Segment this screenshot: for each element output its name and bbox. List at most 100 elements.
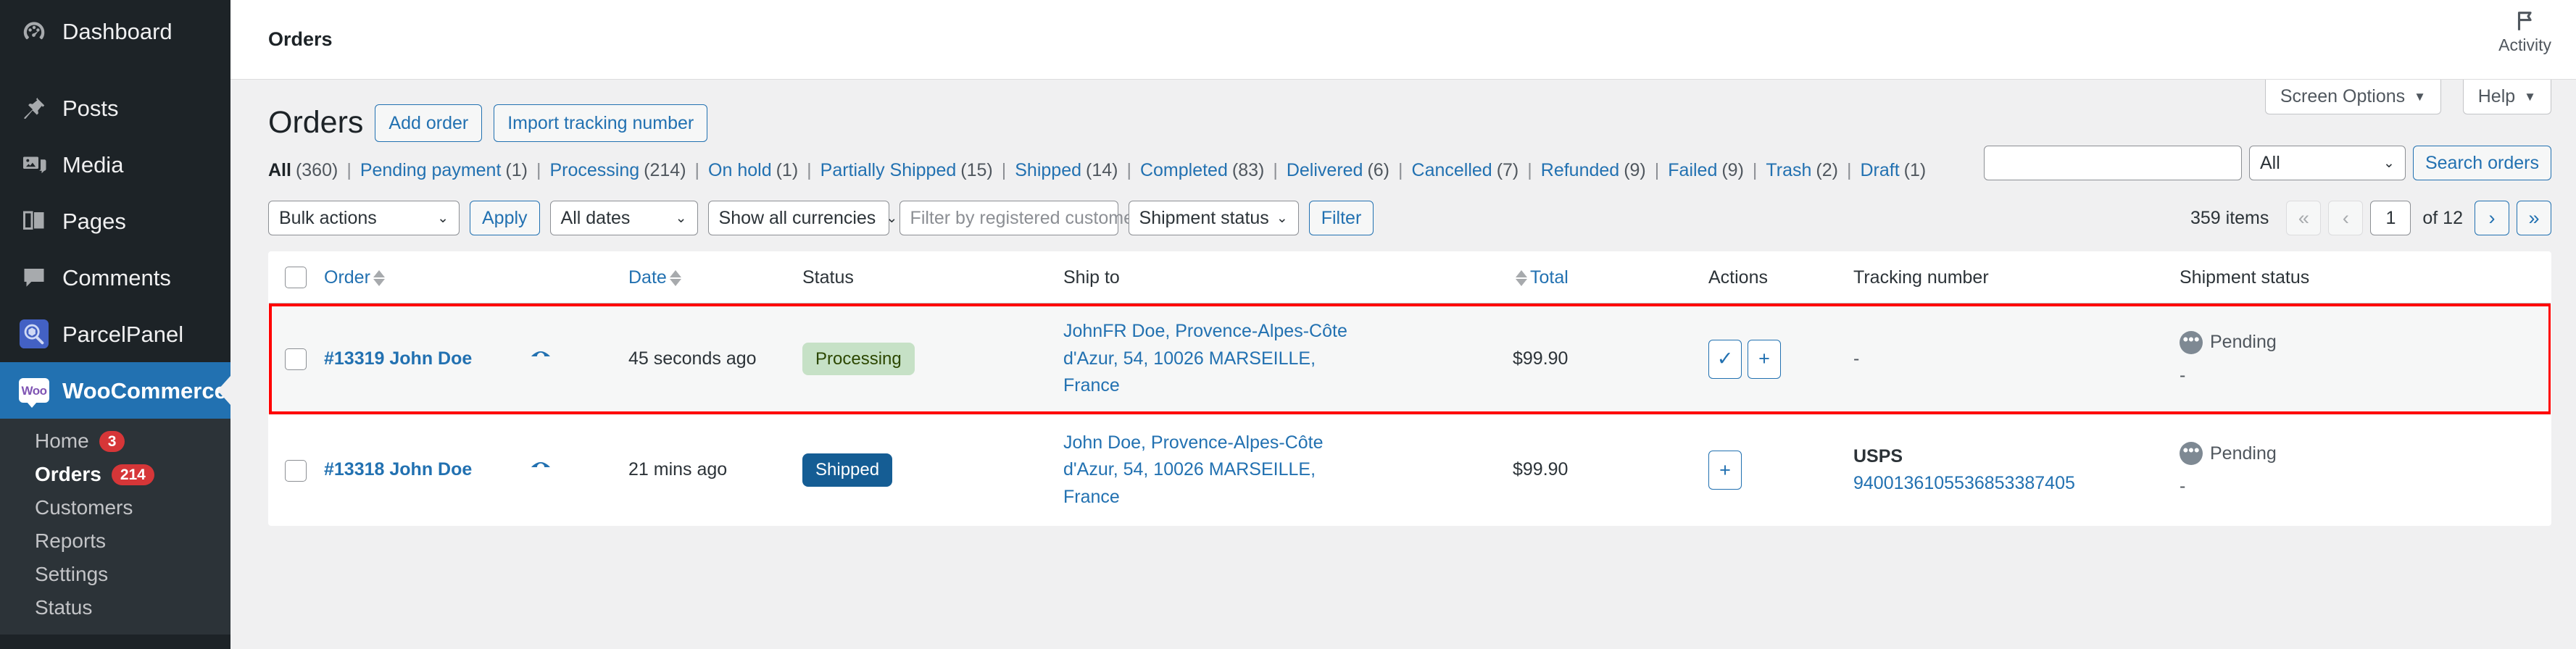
status-link-pending-payment[interactable]: Pending payment — [360, 158, 502, 183]
select-all-checkbox[interactable] — [285, 267, 307, 289]
submenu-label: Home — [35, 430, 89, 452]
help-button[interactable]: Help ▼ — [2462, 80, 2551, 114]
shipment-substatus: - — [2180, 364, 2186, 385]
sidebar-item-posts[interactable]: Posts — [0, 80, 230, 136]
status-link-count: (214) — [644, 160, 686, 180]
sidebar-item-label: WooCommerce — [62, 377, 227, 403]
search-orders-form: All ⌄ Search orders — [1983, 146, 2551, 180]
status-link-processing[interactable]: Processing — [549, 158, 639, 183]
submenu-label: Status — [35, 596, 93, 619]
table-nav-top: Bulk actions ⌄ Apply All dates ⌄ Show al… — [230, 183, 2576, 235]
sidebar-item-settings[interactable]: Settings — [0, 558, 230, 591]
pages-icon — [19, 206, 49, 236]
status-link-all[interactable]: All — [268, 158, 291, 183]
row-checkbox[interactable] — [285, 459, 307, 482]
tracking-number-link[interactable]: 9400136105536853387405 — [1853, 473, 2075, 493]
status-link-draft[interactable]: Draft — [1860, 158, 1899, 183]
submenu-label: Settings — [35, 563, 109, 585]
column-sort-order[interactable]: Order — [324, 267, 370, 288]
row-checkbox[interactable] — [285, 348, 307, 371]
complete-order-button[interactable]: ✓ — [1708, 339, 1742, 379]
sidebar-item-orders[interactable]: Orders 214 — [0, 458, 230, 491]
sidebar-item-home[interactable]: Home 3 — [0, 424, 230, 458]
screen-options-label: Screen Options — [2280, 86, 2406, 106]
date-filter-select[interactable]: All dates ⌄ — [549, 201, 698, 235]
status-link-trash[interactable]: Trash — [1766, 158, 1811, 183]
sidebar-item-parcelpanel[interactable]: ParcelPanel — [0, 306, 230, 362]
pagination-last-button[interactable]: » — [2517, 201, 2551, 235]
sidebar-item-dashboard[interactable]: Dashboard — [0, 0, 230, 62]
column-header-actions: Actions — [1700, 252, 1845, 304]
screen-options-button[interactable]: Screen Options ▼ — [2264, 80, 2441, 114]
status-link-count: (83) — [1231, 160, 1265, 180]
column-header-order: Order — [315, 252, 620, 304]
search-input[interactable] — [1983, 146, 2242, 180]
sidebar-item-comments[interactable]: Comments — [0, 249, 230, 306]
bulk-actions-select[interactable]: Bulk actions ⌄ — [268, 201, 460, 235]
column-sort-total[interactable]: Total — [1530, 267, 1569, 288]
status-link-refunded[interactable]: Refunded — [1541, 158, 1619, 183]
add-order-button[interactable]: Add order — [375, 104, 483, 142]
status-link-count: (360) — [295, 160, 338, 180]
eye-icon[interactable] — [528, 456, 553, 484]
column-label-tracking-number: Tracking number — [1853, 267, 1989, 288]
search-orders-button[interactable]: Search orders — [2412, 146, 2551, 180]
customer-filter-select[interactable]: Filter by registered customer ⌄ — [899, 201, 1161, 235]
cell-total: $99.90 — [1504, 414, 1700, 526]
status-link-cancelled[interactable]: Cancelled — [1412, 158, 1492, 183]
sidebar-item-customers[interactable]: Customers — [0, 491, 230, 524]
woo-logo: Woo — [19, 378, 49, 408]
order-link[interactable]: #13318 John Doe — [324, 459, 472, 480]
status-link-shipped[interactable]: Shipped — [1015, 158, 1081, 183]
pagination-next-button[interactable]: › — [2475, 201, 2509, 235]
status-link-delivered[interactable]: Delivered — [1287, 158, 1363, 183]
admin-sidebar: Dashboard Posts Media Pages Comments Par… — [0, 0, 230, 649]
shipment-status-filter-select[interactable]: Shipment status ⌄ — [1128, 201, 1299, 235]
table-row[interactable]: #13318 John Doe 21 mins ago Shipped John… — [269, 414, 2551, 526]
pagination-prev-button[interactable]: ‹ — [2328, 201, 2364, 235]
add-tracking-button[interactable]: + — [1748, 339, 1781, 379]
ship-to-link[interactable]: JohnFR Doe, Provence-Alpes-Côte d'Azur, … — [1063, 318, 1375, 400]
filter-button[interactable]: Filter — [1308, 201, 1374, 235]
status-link-on-hold[interactable]: On hold — [708, 158, 772, 183]
apply-button[interactable]: Apply — [470, 201, 540, 235]
column-header-status: Status — [794, 252, 1055, 304]
chevron-down-icon: ⌄ — [2383, 155, 2395, 171]
ship-to-link[interactable]: John Doe, Provence-Alpes-Côte d'Azur, 54… — [1063, 430, 1375, 511]
sidebar-item-woocommerce[interactable]: Woo WooCommerce — [0, 362, 230, 419]
sort-arrows-icon[interactable] — [373, 270, 385, 287]
status-link-count: (1) — [505, 160, 528, 180]
table-row[interactable]: #13319 John Doe 45 seconds ago Processin… — [269, 303, 2551, 415]
add-tracking-button[interactable]: + — [1708, 451, 1742, 490]
woo-icon: Woo — [19, 375, 49, 408]
currency-filter-select[interactable]: Show all currencies ⌄ — [707, 201, 897, 235]
sidebar-item-status[interactable]: Status — [0, 591, 230, 624]
pagination-current-page-input[interactable] — [2370, 201, 2411, 235]
pagination-first-button[interactable]: « — [2286, 201, 2322, 235]
status-link-separator: | — [1398, 160, 1403, 180]
sort-arrows-icon[interactable] — [1516, 270, 1527, 287]
cell-shipment-status: ••• Pending - — [2171, 303, 2551, 415]
media-icon — [19, 149, 49, 180]
sidebar-item-reports[interactable]: Reports — [0, 524, 230, 558]
status-link-count: (14) — [1086, 160, 1118, 180]
sidebar-item-media[interactable]: Media — [0, 136, 230, 193]
eye-icon[interactable] — [528, 346, 553, 373]
sidebar-item-pages[interactable]: Pages — [0, 193, 230, 249]
status-link-failed[interactable]: Failed — [1668, 158, 1717, 183]
order-link[interactable]: #13319 John Doe — [324, 348, 472, 369]
status-link-completed[interactable]: Completed — [1140, 158, 1228, 183]
column-sort-date[interactable]: Date — [628, 267, 667, 288]
cell-order: #13318 John Doe — [315, 414, 620, 526]
status-link-separator: | — [1654, 160, 1660, 180]
search-scope-select[interactable]: All ⌄ — [2248, 146, 2406, 180]
status-badge: Processing — [802, 342, 915, 376]
submenu-label: Reports — [35, 529, 107, 552]
help-label: Help — [2477, 86, 2516, 106]
chevron-down-icon: ⌄ — [675, 210, 687, 226]
sort-arrows-icon[interactable] — [669, 270, 681, 287]
activity-button[interactable]: Activity — [2498, 9, 2551, 55]
status-link-count: (7) — [1496, 160, 1519, 180]
import-tracking-number-button[interactable]: Import tracking number — [494, 104, 708, 142]
status-link-partially-shipped[interactable]: Partially Shipped — [820, 158, 957, 183]
